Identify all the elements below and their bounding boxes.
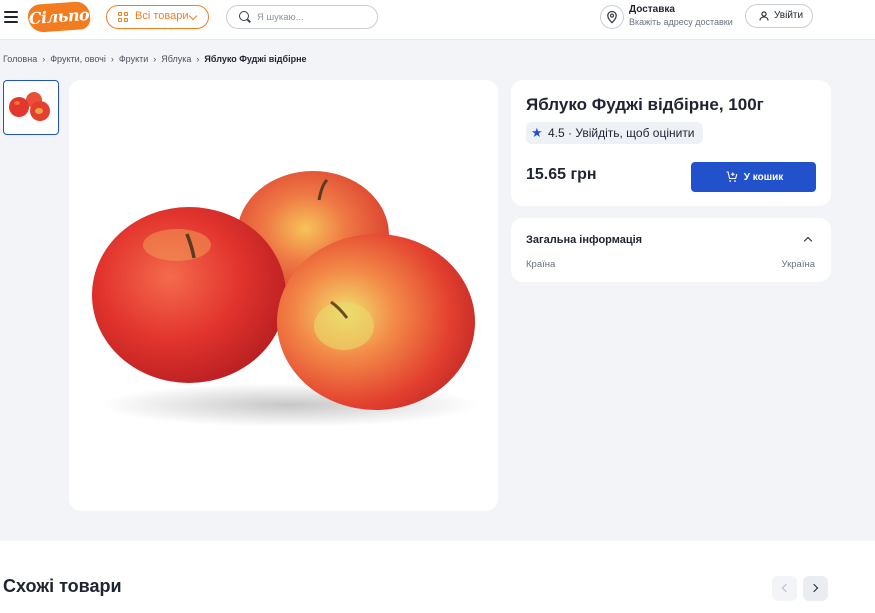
breadcrumb-separator: ›: [196, 54, 200, 64]
rate-login-link[interactable]: Увійдіть, щоб оцінити: [575, 126, 694, 140]
logo[interactable]: Сільпо: [27, 0, 91, 34]
breadcrumb-fruits-vegetables[interactable]: Фрукти, овочі: [50, 54, 106, 64]
chevron-left-icon: [781, 583, 791, 593]
similar-products-section: Схожі товари: [0, 541, 875, 613]
search-input[interactable]: [257, 9, 369, 25]
product-image[interactable]: [69, 80, 498, 511]
menu-icon[interactable]: [4, 11, 18, 23]
breadcrumb-current: Яблуко Фуджі відбірне: [204, 54, 307, 64]
delivery-address-link[interactable]: Вкажіть адресу доставки: [629, 17, 733, 27]
general-info-card: Загальна інформація Країна Україна: [511, 218, 831, 282]
breadcrumb-apples[interactable]: Яблука: [161, 54, 191, 64]
grid-icon: [118, 12, 129, 23]
user-icon: [759, 11, 769, 21]
product-price: 15.65 грн: [526, 166, 597, 183]
login-button[interactable]: Увійти: [745, 4, 813, 28]
rating-separator: ·: [568, 126, 573, 140]
login-label: Увійти: [774, 10, 804, 21]
star-icon: ★: [531, 125, 543, 140]
add-to-cart-button[interactable]: У кошик: [691, 162, 816, 192]
search-box[interactable]: [226, 5, 378, 29]
carousel-prev-button[interactable]: [772, 576, 797, 601]
breadcrumb-separator: ›: [110, 54, 114, 64]
carousel-next-button[interactable]: [803, 576, 828, 601]
general-info-title: Загальна інформація: [526, 234, 643, 246]
delivery-title: Доставка: [629, 4, 675, 15]
breadcrumb-fruits[interactable]: Фрукти: [119, 54, 148, 64]
search-icon: [239, 11, 249, 21]
all-goods-button[interactable]: Всі товари: [106, 5, 209, 29]
product-title: Яблуко Фуджі відбірне, 100г: [526, 95, 764, 114]
breadcrumb-separator: ›: [153, 54, 157, 64]
cart-plus-icon: [726, 171, 738, 182]
breadcrumb-separator: ›: [42, 54, 46, 64]
location-pin-icon[interactable]: [600, 5, 624, 29]
info-row-key: Країна: [526, 259, 556, 270]
rating-badge: ★ 4.5 · Увійдіть, щоб оцінити: [526, 122, 703, 144]
breadcrumb-home[interactable]: Головна: [3, 54, 37, 64]
all-goods-label: Всі товари: [135, 10, 189, 22]
chevron-right-icon: [809, 583, 819, 593]
breadcrumb: Головна › Фрукти, овочі › Фрукти › Яблука › Яблу…: [3, 54, 307, 64]
similar-products-title: Схожі товари: [3, 576, 122, 596]
product-purchase-card: Яблуко Фуджі відбірне, 100г ★ 4.5 · Увій…: [511, 80, 831, 206]
site-header: Сільпо Всі товари Доставка Вкажіть адрес…: [0, 0, 875, 40]
info-row-value: Україна: [781, 259, 815, 270]
product-thumbnail[interactable]: [3, 80, 59, 135]
add-to-cart-label: У кошик: [743, 171, 784, 183]
chevron-down-icon: [188, 11, 198, 21]
rating-value: 4.5: [548, 126, 565, 140]
chevron-up-icon[interactable]: [803, 236, 813, 246]
